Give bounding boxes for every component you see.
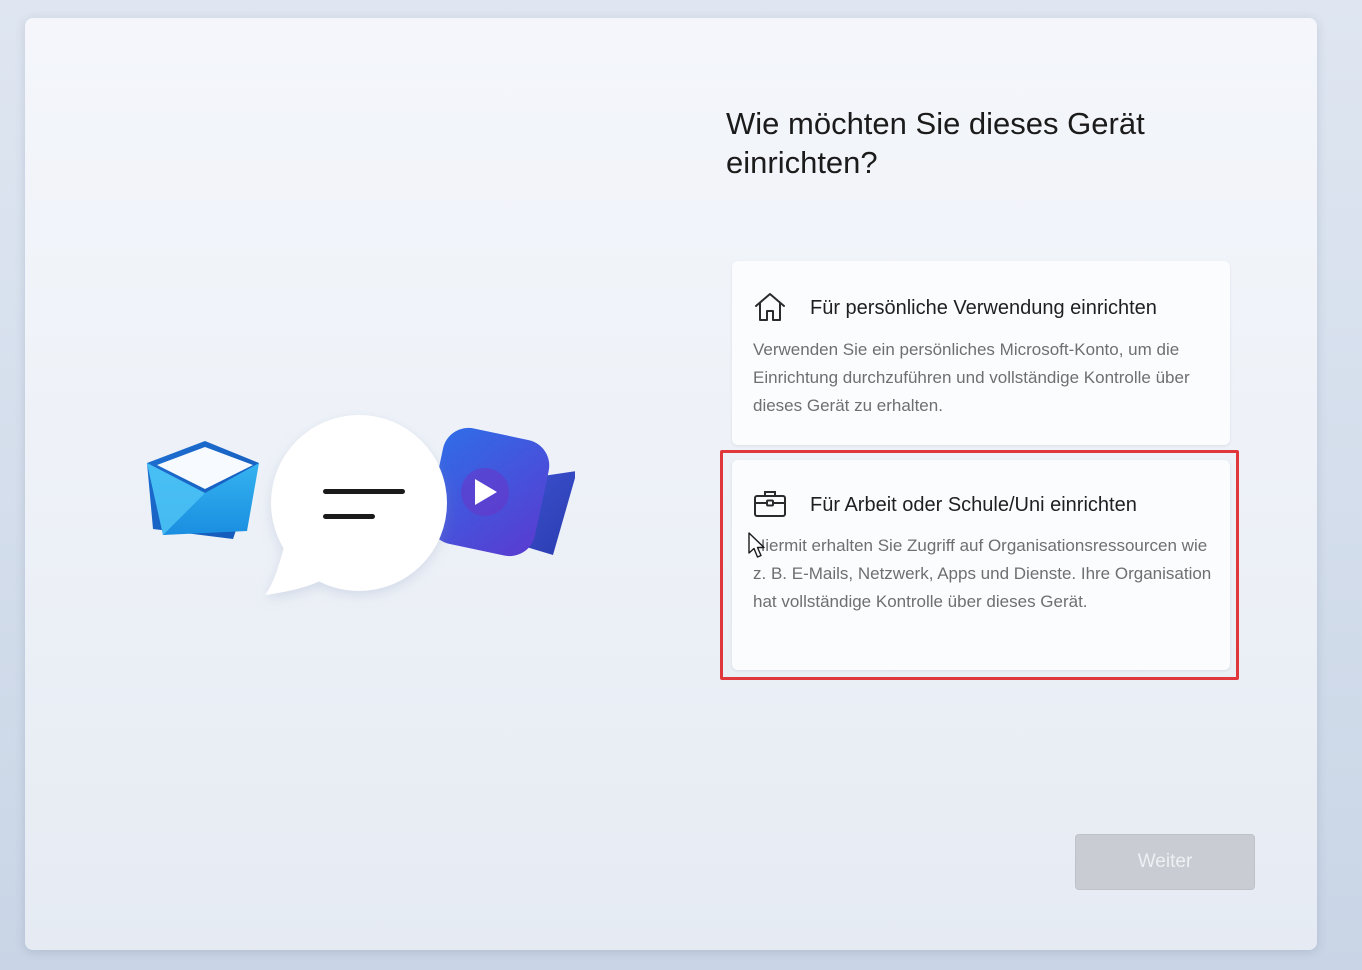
option-personal-use[interactable]: Für persönliche Verwendung einrichten Ve… — [732, 261, 1230, 445]
illustration-graphic — [147, 415, 575, 595]
option-personal-title: Für persönliche Verwendung einrichten — [810, 297, 1157, 319]
video-icon — [428, 427, 575, 557]
setup-window: Wie möchten Sie dieses Gerät einrichten?… — [25, 18, 1317, 950]
home-icon — [755, 293, 785, 321]
option-work-description: Hiermit erhalten Sie Zugriff auf Organis… — [753, 536, 1212, 611]
page-title: Wie möchten Sie dieses Gerät einrichten? — [726, 106, 1145, 180]
briefcase-icon — [754, 491, 786, 517]
option-work-school[interactable]: Für Arbeit oder Schule/Uni einrichten Hi… — [732, 460, 1230, 670]
option-personal-description: Verwenden Sie ein persönliches Microsoft… — [753, 340, 1190, 415]
apps-illustration — [135, 393, 575, 613]
option-work-title: Für Arbeit oder Schule/Uni einrichten — [810, 494, 1137, 516]
mail-icon — [147, 441, 259, 539]
chat-bubble-icon — [265, 415, 447, 595]
next-button[interactable]: Weiter — [1075, 834, 1255, 890]
